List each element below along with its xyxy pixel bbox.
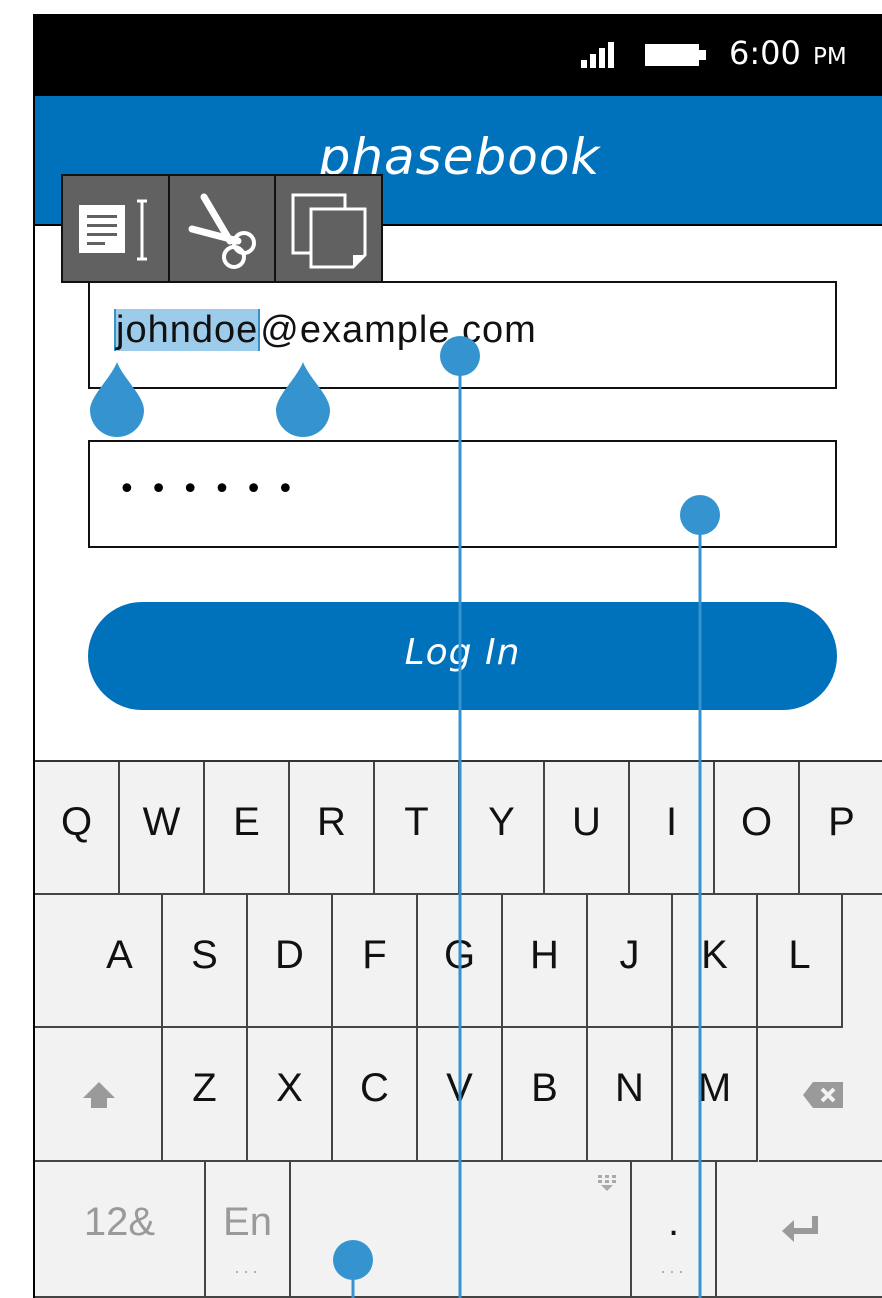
key-n[interactable]: N	[588, 1028, 673, 1162]
key-label: J	[619, 933, 640, 977]
password-field[interactable]: ••••••	[88, 440, 837, 548]
key-e[interactable]: E	[205, 762, 290, 895]
shift-key[interactable]	[35, 1028, 163, 1162]
key-s[interactable]: S	[163, 895, 248, 1028]
key-l[interactable]: L	[758, 895, 843, 1028]
language-label: En	[223, 1200, 272, 1244]
language-key[interactable]: En ···	[206, 1162, 291, 1298]
key-r[interactable]: R	[290, 762, 375, 895]
backspace-key[interactable]	[759, 1028, 882, 1162]
key-p[interactable]: P	[800, 762, 882, 895]
key-label: P	[828, 800, 855, 844]
numbers-key[interactable]: 12&	[35, 1162, 206, 1298]
key-label: Y	[488, 800, 515, 844]
key-label: K	[701, 933, 728, 977]
password-dots: ••••••	[118, 472, 309, 507]
key-w[interactable]: W	[120, 762, 205, 895]
key-label: U	[572, 800, 601, 844]
shift-icon	[83, 1082, 115, 1108]
numbers-label: 12&	[83, 1200, 156, 1244]
copy-icon	[291, 193, 367, 268]
period-label: .	[667, 1200, 680, 1244]
key-label: C	[360, 1066, 389, 1110]
selected-text[interactable]: johndoe	[114, 309, 261, 351]
email-field[interactable]: johndoe@example.com	[88, 281, 837, 389]
edit-toolbar	[61, 174, 383, 283]
key-label: M	[697, 1066, 732, 1110]
status-bar: 6:00 PM	[35, 14, 882, 96]
keyboard-hide-icon	[598, 1175, 616, 1191]
key-label: T	[404, 800, 429, 844]
cut-button[interactable]	[170, 176, 277, 281]
key-label: V	[446, 1066, 473, 1110]
key-label: W	[142, 800, 181, 844]
key-label: Q	[60, 800, 93, 844]
key-o[interactable]: O	[715, 762, 800, 895]
key-label: R	[317, 800, 346, 844]
key-label: X	[276, 1066, 303, 1110]
key-label: A	[106, 933, 133, 977]
enter-key[interactable]	[717, 1162, 882, 1298]
key-j[interactable]: J	[588, 895, 673, 1028]
key-a[interactable]: A	[78, 895, 163, 1028]
key-label: L	[788, 933, 811, 977]
select-all-button[interactable]	[63, 176, 170, 281]
key-label: G	[443, 933, 476, 977]
key-k[interactable]: K	[673, 895, 758, 1028]
language-more-dots: ···	[234, 1261, 261, 1281]
key-label: S	[191, 933, 218, 977]
key-label: D	[275, 933, 304, 977]
email-rest-text: @example.com	[260, 309, 537, 351]
key-q[interactable]: Q	[35, 762, 120, 895]
phone-screen: 6:00 PM phasebook johndoe@example.com ••…	[33, 14, 882, 1298]
key-label: E	[233, 800, 260, 844]
cut-icon	[188, 193, 256, 269]
key-c[interactable]: C	[333, 1028, 418, 1162]
key-label: H	[530, 933, 559, 977]
key-t[interactable]: T	[375, 762, 460, 895]
key-z[interactable]: Z	[163, 1028, 248, 1162]
space-key[interactable]	[291, 1162, 632, 1298]
backspace-icon	[803, 1082, 843, 1108]
key-x[interactable]: X	[248, 1028, 333, 1162]
key-label: Z	[192, 1066, 217, 1110]
key-h[interactable]: H	[503, 895, 588, 1028]
key-label: N	[615, 1066, 644, 1110]
key-d[interactable]: D	[248, 895, 333, 1028]
key-label: I	[665, 800, 678, 844]
selection-start-handle[interactable]	[90, 360, 144, 438]
time-value: 6:00	[729, 34, 801, 72]
key-label: O	[740, 800, 773, 844]
key-y[interactable]: Y	[460, 762, 545, 895]
key-u[interactable]: U	[545, 762, 630, 895]
period-key[interactable]: . ···	[632, 1162, 717, 1298]
key-f[interactable]: F	[333, 895, 418, 1028]
battery-icon	[645, 44, 707, 66]
key-spacer	[35, 895, 78, 1028]
key-label: B	[531, 1066, 558, 1110]
time-ampm: PM	[813, 44, 847, 70]
copy-button[interactable]	[276, 176, 381, 281]
select-all-icon	[79, 199, 148, 260]
key-i[interactable]: I	[630, 762, 715, 895]
period-more-dots: ···	[660, 1261, 687, 1281]
signal-icon	[581, 42, 621, 68]
selection-end-handle[interactable]	[276, 360, 330, 438]
login-label: Log In	[404, 632, 521, 673]
keyboard: Q W E R T Y U I O P A S D F G H J K L Z X C V B N M 12& En ··· .…	[35, 760, 882, 1298]
key-g[interactable]: G	[418, 895, 503, 1028]
key-label: F	[362, 933, 387, 977]
enter-icon	[782, 1216, 818, 1242]
key-v[interactable]: V	[418, 1028, 503, 1162]
key-b[interactable]: B	[503, 1028, 588, 1162]
login-button[interactable]: Log In	[88, 602, 837, 710]
status-time: 6:00 PM	[729, 34, 847, 72]
key-m[interactable]: M	[673, 1028, 758, 1162]
